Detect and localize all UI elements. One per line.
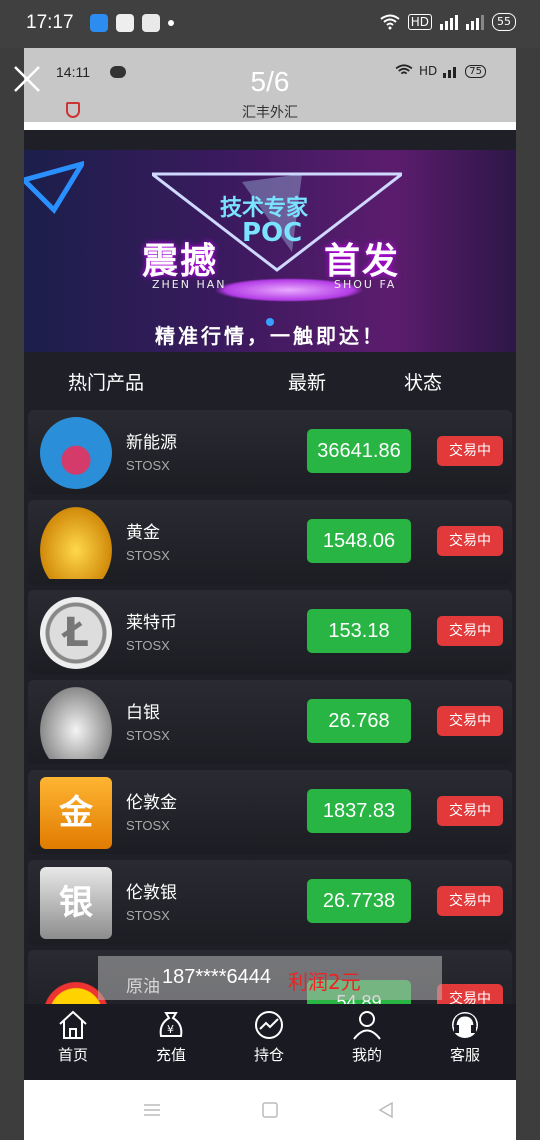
signal-icon (466, 15, 484, 30)
product-price[interactable]: 26.768 (307, 699, 411, 743)
toast-amount: 利润2元 (288, 970, 361, 994)
product-price[interactable]: 36641.86 (307, 429, 411, 473)
header-latest: 最新 (288, 372, 327, 394)
product-code: STOSX (126, 548, 170, 563)
decorative-triangle-icon (24, 160, 84, 215)
product-row[interactable]: Ł 莱特币 STOSX 153.18 交易中 (28, 590, 512, 674)
london-silver-icon: 银 (40, 867, 112, 939)
home-square-icon[interactable] (260, 1100, 280, 1120)
back-triangle-icon[interactable] (376, 1100, 396, 1120)
menu-icon[interactable] (142, 1100, 162, 1120)
trading-status-badge[interactable]: 交易中 (437, 436, 503, 466)
trading-status-badge[interactable]: 交易中 (437, 886, 503, 916)
silver-ingot-icon (40, 687, 112, 759)
product-row[interactable]: 新能源 STOSX 36641.86 交易中 (28, 410, 512, 494)
product-price[interactable]: 1548.06 (307, 519, 411, 563)
bottom-tab-bar: 首页 ¥ 充值 持仓 我的 客服 (24, 1004, 516, 1082)
money-bag-icon: ¥ (159, 1012, 183, 1037)
svg-text:¥: ¥ (167, 1023, 174, 1036)
product-row[interactable]: 白银 STOSX 26.768 交易中 (28, 680, 512, 764)
image-counter: 5/6 (250, 66, 290, 97)
london-gold-icon: 金 (40, 777, 112, 849)
banner-pinyin-right: SHOU FA (334, 278, 397, 291)
product-name: 黄金 (126, 523, 160, 543)
promo-banner[interactable]: 技术专家 POC 震撼 首发 ZHEN HAN SHOU FA 精准行情，一触即… (24, 150, 516, 352)
trading-status-badge[interactable]: 交易中 (437, 616, 503, 646)
product-name: 新能源 (126, 433, 177, 453)
product-code: STOSX (126, 728, 170, 743)
product-row[interactable]: 黄金 STOSX 1548.06 交易中 (28, 500, 512, 584)
product-row[interactable]: 银 伦敦银 STOSX 26.7738 交易中 (28, 860, 512, 944)
user-icon (353, 1011, 381, 1040)
product-name: 白银 (126, 703, 160, 723)
headset-icon (452, 1012, 478, 1038)
phone-status-bar: 17:17 HD 55 (0, 0, 540, 48)
product-name: 伦敦金 (126, 793, 177, 813)
tab-label: 首页 (57, 1046, 88, 1064)
status-right: HD 55 (380, 13, 516, 31)
product-price[interactable]: 1837.83 (307, 789, 411, 833)
tab-recharge[interactable]: ¥ 充值 (122, 1010, 220, 1080)
tab-positions[interactable]: 持仓 (220, 1010, 318, 1080)
product-code: STOSX (126, 458, 170, 473)
home-icon (59, 1010, 87, 1039)
product-code: STOSX (126, 818, 170, 833)
inner-app-title: 汇丰外汇 (242, 105, 298, 121)
banner-word-right: 首发 (324, 241, 401, 282)
tab-label: 持仓 (253, 1046, 284, 1064)
product-name: 伦敦银 (126, 883, 177, 903)
chart-icon (255, 1011, 283, 1039)
litecoin-icon: Ł (40, 597, 112, 669)
tab-label: 充值 (155, 1046, 186, 1064)
banner-word-left: 震撼 (142, 241, 219, 282)
app-notification-icon (116, 14, 134, 32)
new-energy-icon (40, 417, 112, 489)
product-code: STOSX (126, 908, 170, 923)
gold-ingot-icon (40, 507, 112, 579)
product-price[interactable]: 153.18 (307, 609, 411, 653)
product-row[interactable]: 金 伦敦金 STOSX 1837.83 交易中 (28, 770, 512, 854)
battery-icon: 55 (492, 13, 516, 31)
header-status: 状态 (404, 372, 443, 394)
trading-status-badge[interactable]: 交易中 (437, 706, 503, 736)
tab-service[interactable]: 客服 (416, 1010, 514, 1080)
wifi-icon (380, 14, 400, 30)
system-nav-bar (24, 1080, 516, 1140)
tab-home[interactable]: 首页 (24, 1010, 122, 1080)
more-notifications-dot (168, 20, 174, 26)
hd-label: HD (407, 14, 432, 30)
product-price[interactable]: 26.7738 (307, 879, 411, 923)
tab-mine[interactable]: 我的 (318, 1010, 416, 1080)
profit-toast: 187****6444 利润2元 (98, 956, 442, 1000)
notification-icons (90, 14, 174, 32)
trading-status-badge[interactable]: 交易中 (437, 796, 503, 826)
product-table-header: 热门产品 最新 状态 (24, 354, 516, 406)
screenshot-frame: 14:11 HD 75 汇丰外汇 技术专家 POC 震撼 首发 ZHEN HAN… (24, 48, 516, 1140)
app-notification-icon (142, 14, 160, 32)
status-time: 17:17 (26, 12, 74, 33)
signal-icon (440, 15, 458, 30)
banner-poc-text: POC (242, 218, 303, 248)
toast-phone: 187****6444 (162, 966, 271, 988)
banner-tagline: 精准行情，一触即达！ (155, 324, 385, 348)
app-notification-icon (90, 14, 108, 32)
tab-label: 我的 (351, 1046, 382, 1064)
tab-label: 客服 (449, 1046, 480, 1064)
header-hot-products: 热门产品 (68, 372, 145, 394)
product-code: STOSX (126, 638, 170, 653)
header-strip (24, 122, 516, 130)
trading-status-badge[interactable]: 交易中 (437, 526, 503, 556)
product-name: 莱特币 (126, 613, 177, 633)
banner-pinyin-left: ZHEN HAN (152, 278, 227, 291)
